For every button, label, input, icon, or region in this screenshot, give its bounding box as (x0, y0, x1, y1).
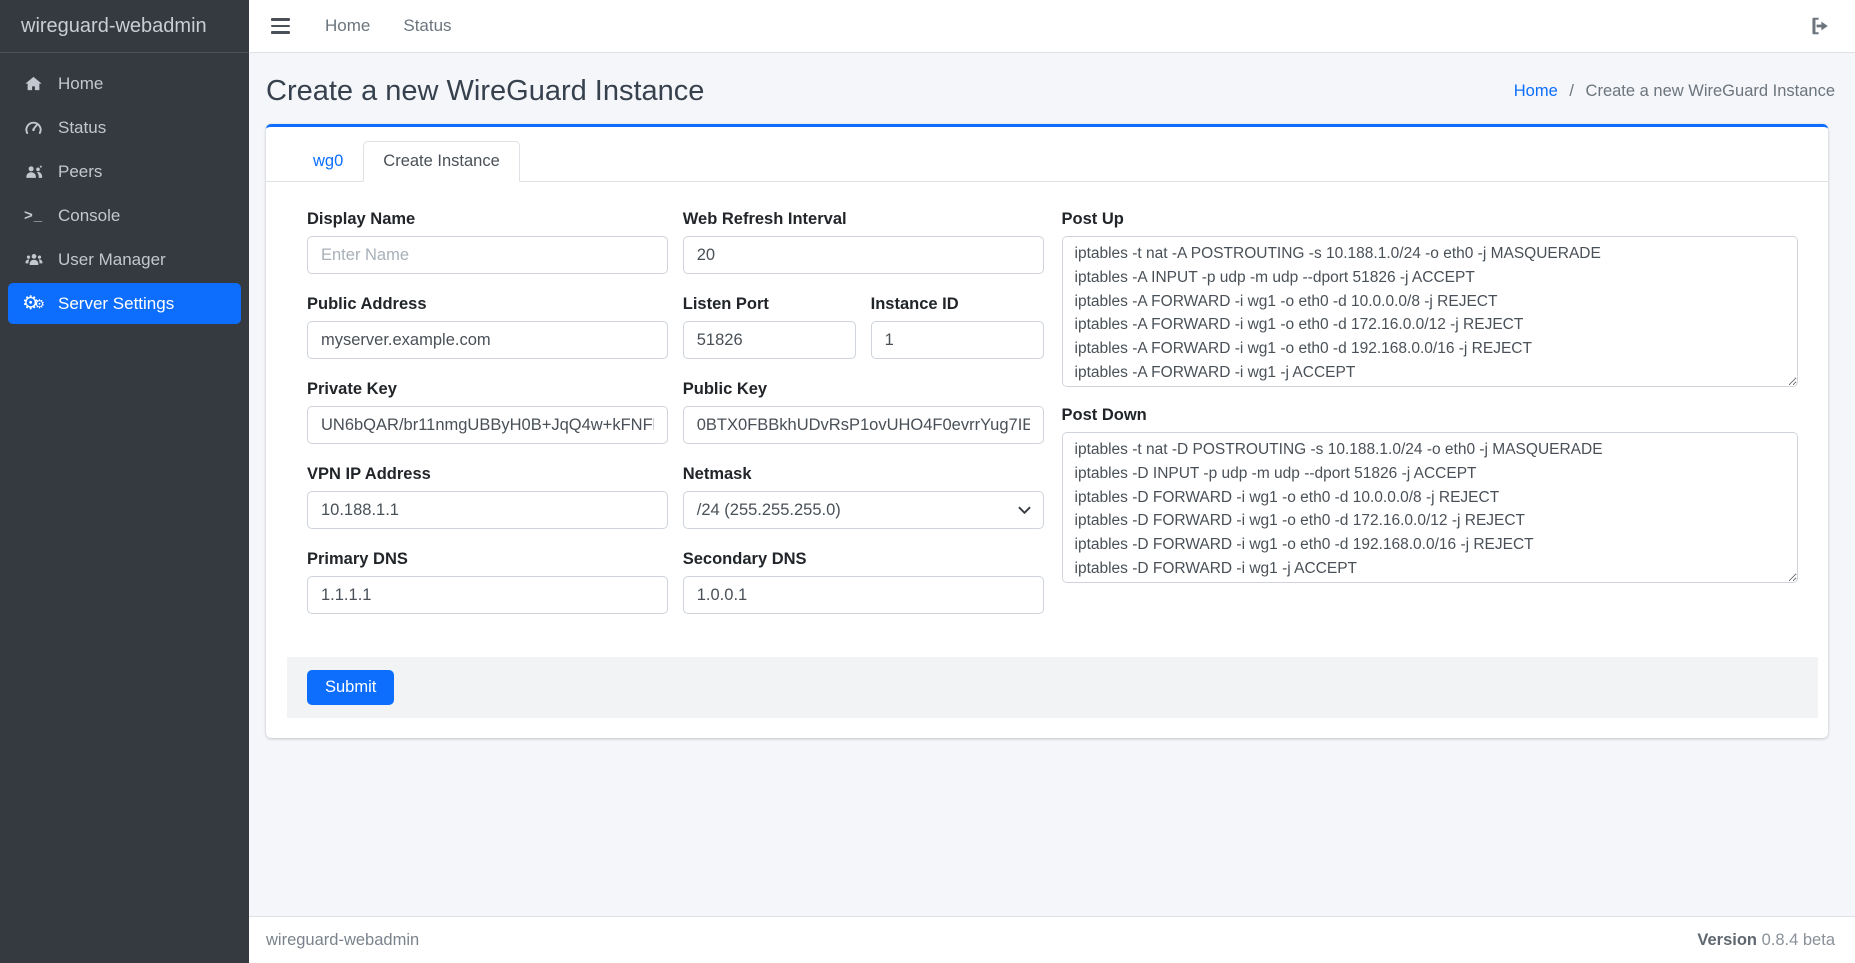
vpn-ip-label: VPN IP Address (307, 465, 668, 484)
web-refresh-interval-input[interactable] (683, 236, 1044, 274)
private-key-input[interactable] (307, 406, 668, 444)
main-area: Home Status Create a new WireGuard Insta… (249, 0, 1855, 963)
private-key-label: Private Key (307, 380, 668, 399)
page-title: Create a new WireGuard Instance (266, 75, 704, 108)
gears-icon: ⚙⚙ (20, 294, 47, 313)
tab-wg0[interactable]: wg0 (293, 141, 363, 182)
primary-dns-input[interactable] (307, 576, 668, 614)
footer-version-label: Version (1697, 931, 1757, 949)
sidebar-item-label: Status (58, 118, 106, 138)
sidebar-item-label: Server Settings (58, 294, 174, 314)
secondary-dns-label: Secondary DNS (683, 550, 1044, 569)
public-address-input[interactable] (307, 321, 668, 359)
primary-dns-label: Primary DNS (307, 550, 668, 569)
sidebar-item-label: User Manager (58, 250, 166, 270)
instance-card: wg0 Create Instance Display Name Web Ref… (266, 124, 1828, 738)
home-icon (20, 74, 47, 93)
top-navbar: Home Status (249, 0, 1855, 53)
signout-icon (1809, 15, 1831, 37)
footer-brand: wireguard-webadmin (266, 931, 419, 950)
breadcrumb: Home / Create a new WireGuard Instance (1514, 82, 1835, 101)
users-gear-icon (20, 162, 47, 182)
web-refresh-interval-label: Web Refresh Interval (683, 210, 1044, 229)
post-down-label: Post Down (1062, 406, 1799, 425)
tab-create-instance[interactable]: Create Instance (363, 141, 519, 182)
breadcrumb-separator: / (1569, 82, 1574, 100)
sidebar-item-status[interactable]: Status (8, 107, 241, 148)
post-down-textarea[interactable]: iptables -t nat -D POSTROUTING -s 10.188… (1062, 432, 1799, 583)
public-key-label: Public Key (683, 380, 1044, 399)
breadcrumb-current: Create a new WireGuard Instance (1586, 82, 1835, 100)
users-icon (20, 250, 47, 270)
sidebar-item-home[interactable]: Home (8, 63, 241, 104)
sidebar-item-console[interactable]: >_ Console (8, 195, 241, 236)
sidebar-item-peers[interactable]: Peers (8, 151, 241, 192)
submit-button[interactable]: Submit (307, 670, 394, 705)
sidebar-nav: Home Status Peers >_ Console User Manage… (0, 53, 249, 337)
content-header: Create a new WireGuard Instance Home / C… (249, 53, 1855, 108)
instance-id-input[interactable] (871, 321, 1044, 359)
form-scripts-column: Post Up iptables -t nat -A POSTROUTING -… (1062, 210, 1799, 635)
listen-port-label: Listen Port (683, 295, 856, 314)
netmask-select[interactable]: /24 (255.255.255.0) (683, 491, 1044, 529)
form-fields-column: Display Name Web Refresh Interval Public… (307, 210, 1044, 635)
sidebar-item-user-manager[interactable]: User Manager (8, 239, 241, 280)
page-footer: wireguard-webadmin Version 0.8.4 beta (249, 916, 1855, 963)
menu-bars-icon (271, 18, 290, 21)
public-address-label: Public Address (307, 295, 668, 314)
sidebar-item-label: Peers (58, 162, 102, 182)
sidebar-item-server-settings[interactable]: ⚙⚙ Server Settings (8, 283, 241, 324)
post-up-label: Post Up (1062, 210, 1799, 229)
instance-form: Display Name Web Refresh Interval Public… (266, 182, 1828, 635)
post-up-textarea[interactable]: iptables -t nat -A POSTROUTING -s 10.188… (1062, 236, 1799, 387)
sidebar: wireguard-webadmin Home Status Peers >_ … (0, 0, 249, 963)
sidebar-toggle-button[interactable] (269, 12, 292, 40)
app-brand[interactable]: wireguard-webadmin (0, 0, 249, 53)
terminal-icon: >_ (20, 207, 47, 224)
footer-version-value: 0.8.4 beta (1762, 931, 1835, 949)
public-key-input[interactable] (683, 406, 1044, 444)
display-name-input[interactable] (307, 236, 668, 274)
gauge-icon (20, 118, 47, 137)
sidebar-item-label: Home (58, 74, 103, 94)
sidebar-item-label: Console (58, 206, 120, 226)
signout-button[interactable] (1805, 11, 1835, 41)
breadcrumb-home-link[interactable]: Home (1514, 82, 1558, 100)
display-name-label: Display Name (307, 210, 668, 229)
instance-tabs: wg0 Create Instance (266, 127, 1828, 182)
vpn-ip-input[interactable] (307, 491, 668, 529)
listen-port-input[interactable] (683, 321, 856, 359)
navbar-link-status[interactable]: Status (403, 16, 451, 36)
navbar-link-home[interactable]: Home (325, 16, 370, 36)
instance-id-label: Instance ID (871, 295, 1044, 314)
netmask-label: Netmask (683, 465, 1044, 484)
footer-version: Version 0.8.4 beta (1697, 931, 1835, 950)
form-footer: Submit (287, 657, 1818, 718)
secondary-dns-input[interactable] (683, 576, 1044, 614)
